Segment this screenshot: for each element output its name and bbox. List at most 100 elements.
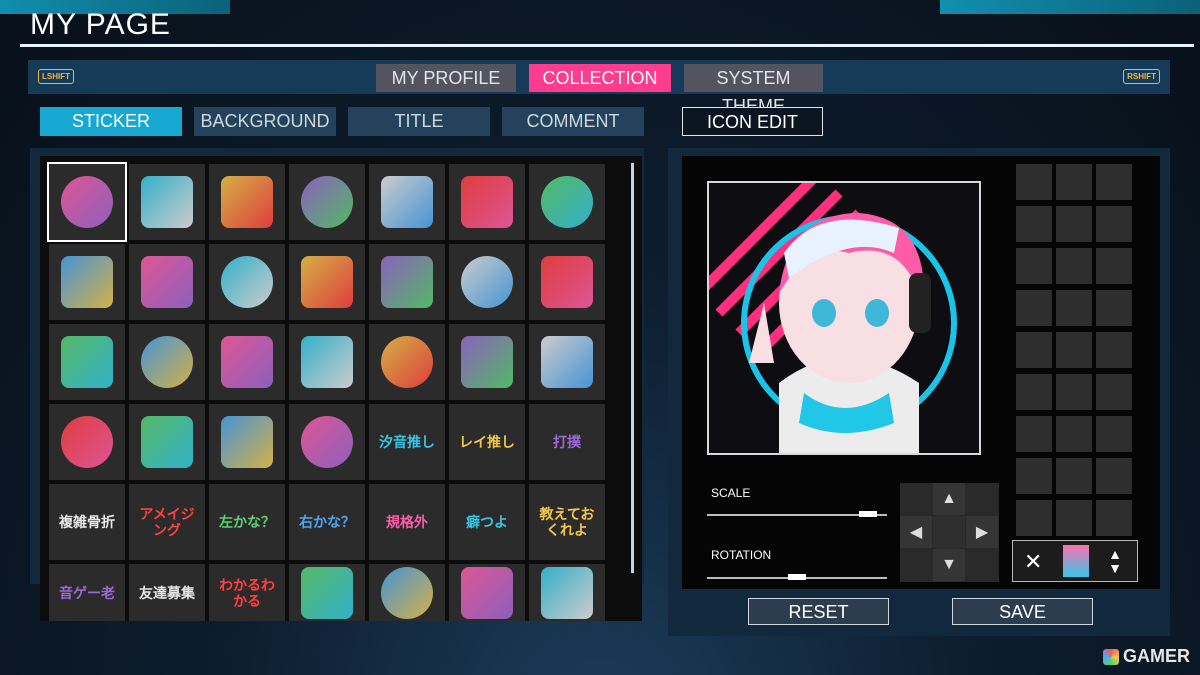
sticker-item[interactable] — [289, 404, 365, 480]
sticker-item[interactable] — [129, 164, 205, 240]
sticker-item[interactable] — [369, 164, 445, 240]
tab-system-theme[interactable]: SYSTEM THEME — [684, 64, 823, 116]
sticker-item[interactable] — [529, 564, 605, 621]
arrow-down-icon[interactable]: ▼ — [933, 549, 965, 581]
subtab-title[interactable]: TITLE — [348, 107, 490, 136]
gold-coins-icon — [133, 248, 201, 316]
sticker-item[interactable]: 打撲 — [529, 404, 605, 480]
sticker-item[interactable] — [129, 324, 205, 400]
sticker-item[interactable] — [449, 564, 525, 621]
sticker-item[interactable] — [209, 324, 285, 400]
sticker-item[interactable]: わかるわかる — [209, 564, 285, 621]
arrow-left-icon[interactable]: ◀ — [900, 516, 932, 548]
emblem-badge-icon — [373, 168, 441, 236]
subtab-comment[interactable]: COMMENT — [502, 107, 644, 136]
subtab-background[interactable]: BACKGROUND — [194, 107, 336, 136]
layer-slot[interactable] — [1056, 500, 1092, 536]
layer-slot[interactable] — [1016, 290, 1052, 326]
layer-slot[interactable] — [1096, 164, 1132, 200]
sticker-text: 左かな？ — [219, 514, 275, 530]
sticker-text: わかるわかる — [219, 576, 275, 609]
layer-slot[interactable] — [1016, 248, 1052, 284]
save-button[interactable]: SAVE — [952, 598, 1093, 625]
sticker-item[interactable]: 教えておくれよ — [529, 484, 605, 560]
sticker-item[interactable] — [449, 244, 525, 320]
rotation-slider-handle[interactable] — [788, 574, 806, 580]
watermark: GAMER — [1103, 646, 1190, 667]
layer-slot[interactable] — [1056, 248, 1092, 284]
colorful-cat-icon — [453, 168, 521, 236]
sticker-item[interactable]: 友達募集 — [129, 564, 205, 621]
layer-slot[interactable] — [1096, 500, 1132, 536]
sticker-item[interactable] — [209, 244, 285, 320]
layer-slot[interactable] — [1096, 248, 1132, 284]
sticker-item[interactable]: 癖つよ — [449, 484, 525, 560]
layer-slot[interactable] — [1056, 164, 1092, 200]
sticker-item[interactable] — [289, 164, 365, 240]
tab-my-profile[interactable]: MY PROFILE — [376, 64, 516, 92]
layer-slot[interactable] — [1016, 332, 1052, 368]
layer-slot[interactable] — [1016, 374, 1052, 410]
sticker-text: 複雑骨折 — [59, 514, 115, 530]
sticker-item[interactable] — [289, 244, 365, 320]
reorder-arrows-icon[interactable]: ▲ ▼ — [1100, 545, 1130, 577]
sticker-item[interactable] — [449, 164, 525, 240]
layer-slot[interactable] — [1096, 416, 1132, 452]
sticker-item[interactable]: アメイジング — [129, 484, 205, 560]
sticker-item[interactable]: 音ゲー老 — [49, 564, 125, 621]
sticker-item[interactable]: レイ推し — [449, 404, 525, 480]
layer-slot[interactable] — [1096, 458, 1132, 494]
reset-button[interactable]: RESET — [748, 598, 889, 625]
sticker-item[interactable]: 右かな？ — [289, 484, 365, 560]
layer-slot[interactable] — [1016, 164, 1052, 200]
close-icon[interactable]: ✕ — [1024, 549, 1042, 575]
layer-slot[interactable] — [1056, 206, 1092, 242]
scale-slider-handle[interactable] — [859, 511, 878, 517]
sticker-item[interactable] — [129, 404, 205, 480]
sticker-item[interactable] — [129, 244, 205, 320]
layer-slot[interactable] — [1056, 290, 1092, 326]
tab-collection[interactable]: COLLECTION — [529, 64, 671, 92]
sticker-item[interactable]: 規格外 — [369, 484, 445, 560]
layer-slot[interactable] — [1096, 332, 1132, 368]
sticker-item[interactable] — [449, 324, 525, 400]
layer-slot[interactable] — [1016, 500, 1052, 536]
sticker-item[interactable] — [369, 244, 445, 320]
layer-slot[interactable] — [1096, 206, 1132, 242]
layer-slot[interactable] — [1016, 458, 1052, 494]
sticker-scrollbar[interactable] — [631, 163, 634, 573]
arrow-up-icon[interactable]: ▲ — [933, 483, 965, 515]
layer-slot[interactable] — [1056, 332, 1092, 368]
sticker-item[interactable]: 汐音推し — [369, 404, 445, 480]
sticker-item[interactable] — [49, 404, 125, 480]
sticker-item[interactable] — [289, 564, 365, 621]
rshift-key-hint: RSHIFT — [1123, 69, 1160, 84]
sticker-item[interactable] — [209, 164, 285, 240]
sticker-item[interactable] — [49, 244, 125, 320]
layer-slot[interactable] — [1016, 416, 1052, 452]
layer-slot[interactable] — [1056, 374, 1092, 410]
sticker-item[interactable]: 左かな？ — [209, 484, 285, 560]
sticker-item[interactable] — [47, 162, 127, 242]
sticker-item[interactable] — [369, 324, 445, 400]
sticker-text: レイ推し — [459, 434, 515, 450]
sticker-item[interactable] — [529, 324, 605, 400]
sticker-item[interactable] — [529, 164, 605, 240]
sticker-text: 音ゲー老 — [59, 584, 115, 601]
sticker-item[interactable] — [529, 244, 605, 320]
red-silhouette-icon — [213, 248, 281, 316]
sticker-item[interactable]: 複雑骨折 — [49, 484, 125, 560]
layer-slot[interactable] — [1056, 458, 1092, 494]
layer-slot[interactable] — [1056, 416, 1092, 452]
lshift-key-hint: LSHIFT — [38, 69, 74, 84]
sticker-item[interactable] — [49, 324, 125, 400]
sticker-item[interactable] — [209, 404, 285, 480]
layer-slot[interactable] — [1016, 206, 1052, 242]
sticker-item[interactable] — [289, 324, 365, 400]
subtab-sticker[interactable]: STICKER — [40, 107, 182, 136]
arrow-right-icon[interactable]: ▶ — [966, 516, 998, 548]
layer-slot[interactable] — [1096, 374, 1132, 410]
anime-girl-red-icon — [293, 168, 361, 236]
layer-slot[interactable] — [1096, 290, 1132, 326]
sticker-item[interactable] — [369, 564, 445, 621]
